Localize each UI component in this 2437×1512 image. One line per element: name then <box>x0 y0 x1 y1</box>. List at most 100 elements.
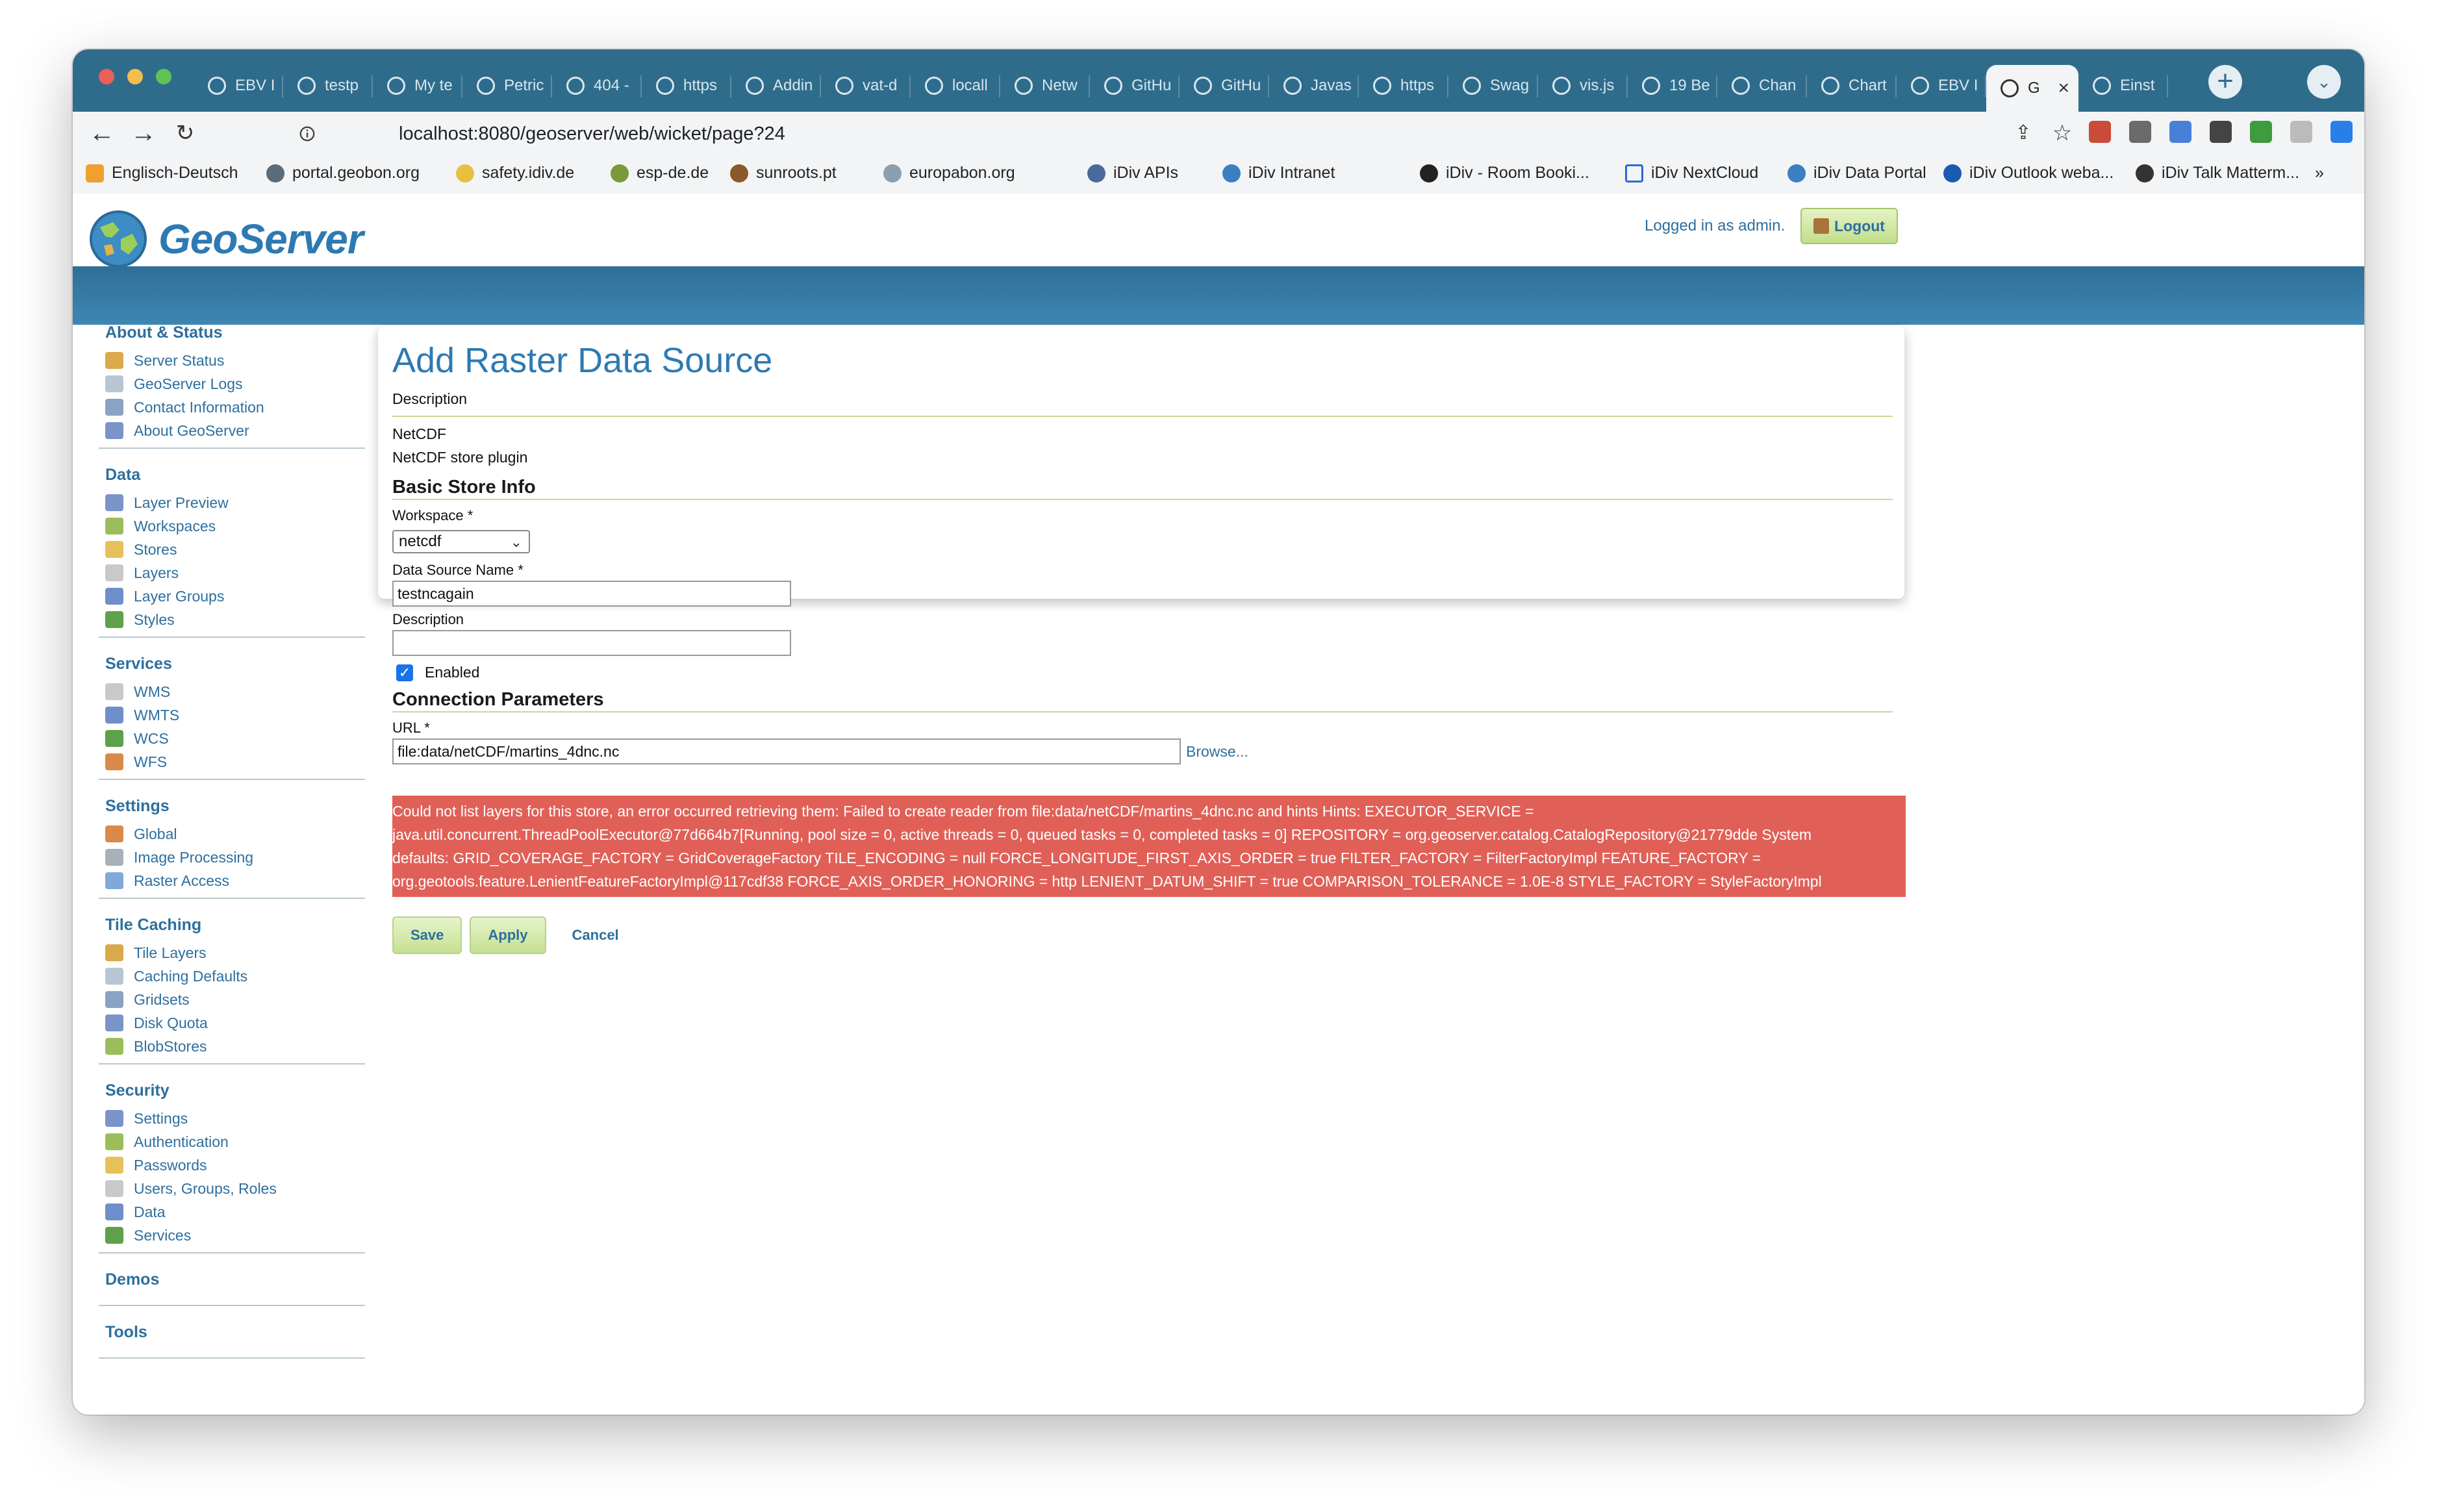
browser-tab[interactable]: GitHu <box>1180 65 1269 107</box>
description-input[interactable] <box>392 630 791 656</box>
reload-button[interactable]: ↻ <box>169 117 201 149</box>
bookmark-item[interactable]: iDiv Outlook weba... <box>1943 164 2114 183</box>
forward-button[interactable]: → <box>127 117 160 149</box>
bookmark-label: iDiv Intranet <box>1248 164 1335 182</box>
bookmark-item[interactable]: iDiv Talk Matterm... <box>2136 164 2299 183</box>
browser-tab[interactable]: Chart <box>1807 65 1897 107</box>
bookmarks-more-button[interactable]: » <box>2315 164 2324 183</box>
browser-tab[interactable]: Netw <box>1000 65 1090 107</box>
extension-icon[interactable] <box>2250 121 2272 143</box>
sidebar-item[interactable]: WMTS <box>99 703 365 727</box>
sidebar-section-title[interactable]: Tools <box>99 1323 365 1342</box>
sidebar-section-title[interactable]: Demos <box>99 1270 365 1289</box>
share-icon[interactable]: ⇪ <box>2007 117 2039 149</box>
apply-button[interactable]: Apply <box>470 916 546 954</box>
browser-tab[interactable]: Einst <box>2078 65 2168 107</box>
site-info-icon[interactable] <box>299 125 316 142</box>
bookmark-item[interactable]: europabon.org <box>883 164 1015 183</box>
minimize-window-button[interactable] <box>127 69 143 84</box>
sidebar-item[interactable]: Server Status <box>99 349 365 372</box>
tab-active[interactable]: G × <box>1986 65 2078 112</box>
browser-tab[interactable]: Swag <box>1448 65 1538 107</box>
bookmark-item[interactable]: iDiv - Room Booki... <box>1420 164 1589 183</box>
browser-tab[interactable]: testp <box>283 65 373 107</box>
cancel-button[interactable]: Cancel <box>572 927 619 944</box>
sidebar-item[interactable]: BlobStores <box>99 1035 365 1058</box>
bookmark-item[interactable]: sunroots.pt <box>730 164 837 183</box>
extension-icon[interactable] <box>2290 121 2312 143</box>
sidebar-item[interactable]: Tile Layers <box>99 941 365 964</box>
save-button[interactable]: Save <box>392 916 462 954</box>
sidebar-item[interactable]: Layers <box>99 561 365 585</box>
sidebar-item[interactable]: WCS <box>99 727 365 750</box>
data-source-name-input[interactable]: testncagain <box>392 581 791 607</box>
sidebar-item[interactable]: Workspaces <box>99 514 365 538</box>
bookmark-item[interactable]: safety.idiv.de <box>456 164 574 183</box>
browser-tab[interactable]: EBV I <box>1897 65 1986 107</box>
sidebar-item[interactable]: Users, Groups, Roles <box>99 1177 365 1200</box>
close-tab-icon[interactable]: × <box>2058 77 2069 99</box>
browser-tab[interactable]: locall <box>911 65 1000 107</box>
sidebar-item[interactable]: Caching Defaults <box>99 964 365 988</box>
browser-tab[interactable]: Petric <box>462 65 552 107</box>
bookmark-item[interactable]: iDiv NextCloud <box>1625 164 1758 183</box>
sidebar-item[interactable]: Stores <box>99 538 365 561</box>
geoserver-logo[interactable]: GeoServer <box>87 208 364 270</box>
bookmark-item[interactable]: Englisch-Deutsch <box>86 164 238 183</box>
sidebar-item[interactable]: Data <box>99 1200 365 1224</box>
address-bar[interactable]: localhost:8080/geoserver/web/wicket/page… <box>216 117 2060 151</box>
sidebar-item[interactable]: Services <box>99 1224 365 1247</box>
sidebar-item[interactable]: Disk Quota <box>99 1011 365 1035</box>
sidebar-item[interactable]: WFS <box>99 750 365 774</box>
bookmark-item[interactable]: iDiv APIs <box>1087 164 1178 183</box>
sidebar-item[interactable]: Authentication <box>99 1130 365 1153</box>
sidebar-item[interactable]: Gridsets <box>99 988 365 1011</box>
sidebar-item[interactable]: GeoServer Logs <box>99 372 365 396</box>
browser-tab[interactable]: 19 Be <box>1628 65 1717 107</box>
browser-tab[interactable]: My te <box>373 65 462 107</box>
url-input[interactable]: file:data/netCDF/martins_4dnc.nc <box>392 738 1181 764</box>
sidebar-item[interactable]: Layer Preview <box>99 491 365 514</box>
back-button[interactable]: ← <box>86 117 118 149</box>
sidebar-item[interactable]: WMS <box>99 680 365 703</box>
sidebar-item[interactable]: Global <box>99 822 365 846</box>
browser-tab[interactable]: 404 - <box>552 65 642 107</box>
bookmark-item[interactable]: iDiv Data Portal <box>1787 164 1926 183</box>
sidebar-item[interactable]: Settings <box>99 1107 365 1130</box>
extension-icon[interactable] <box>2330 121 2353 143</box>
sidebar-item[interactable]: About GeoServer <box>99 419 365 442</box>
bookmark-star-icon[interactable]: ☆ <box>2046 117 2078 149</box>
bookmark-item[interactable]: portal.geobon.org <box>266 164 420 183</box>
maximize-window-button[interactable] <box>156 69 171 84</box>
sidebar-item[interactable]: Raster Access <box>99 869 365 892</box>
sidebar-item[interactable]: Contact Information <box>99 396 365 419</box>
workspace-select[interactable]: netcdf ⌄ <box>392 530 530 553</box>
tab-search-button[interactable]: ⌄ <box>2307 65 2341 99</box>
sidebar-item-label: WFS <box>134 753 168 770</box>
sidebar-item[interactable]: Layer Groups <box>99 585 365 608</box>
close-window-button[interactable] <box>99 69 114 84</box>
browse-link[interactable]: Browse... <box>1186 743 1248 761</box>
translate-icon[interactable] <box>2169 121 2191 143</box>
logout-button[interactable]: Logout <box>1800 208 1898 244</box>
browser-tab[interactable]: Chan <box>1717 65 1807 107</box>
browser-tab[interactable]: Addin <box>731 65 821 107</box>
sidebar-item[interactable]: Image Processing <box>99 846 365 869</box>
browser-tab[interactable]: Javas <box>1269 65 1359 107</box>
extension-icon[interactable] <box>2129 121 2151 143</box>
browser-tab[interactable]: https <box>642 65 731 107</box>
new-tab-button[interactable]: + <box>2208 65 2242 99</box>
bookmark-item[interactable]: esp-de.de <box>611 164 709 183</box>
browser-tab[interactable]: vis.js <box>1538 65 1628 107</box>
sidebar-section: Tools <box>99 1323 365 1359</box>
browser-tab[interactable]: EBV I <box>194 65 283 107</box>
sidebar-item[interactable]: Passwords <box>99 1153 365 1177</box>
browser-tab[interactable]: https <box>1359 65 1448 107</box>
extension-icon[interactable] <box>2089 121 2111 143</box>
enabled-checkbox[interactable]: ✓ <box>396 664 413 681</box>
extension-icon[interactable] <box>2210 121 2232 143</box>
bookmark-item[interactable]: iDiv Intranet <box>1222 164 1335 183</box>
browser-tab[interactable]: GitHu <box>1090 65 1180 107</box>
browser-tab[interactable]: vat-d <box>821 65 911 107</box>
sidebar-item[interactable]: Styles <box>99 608 365 631</box>
